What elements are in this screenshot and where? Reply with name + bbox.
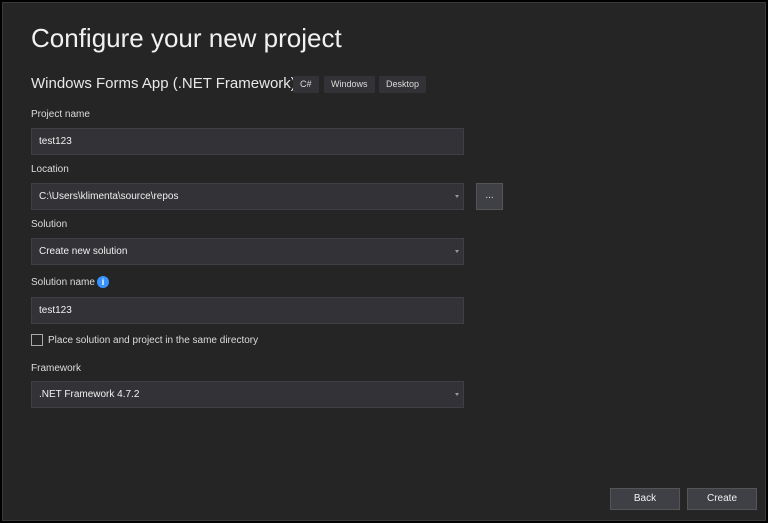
tag-csharp: C# (293, 76, 319, 93)
solution-dropdown[interactable]: Create new solution (31, 238, 464, 265)
project-name-label: Project name (31, 109, 90, 120)
same-directory-label[interactable]: Place solution and project in the same d… (48, 335, 258, 346)
page-title: Configure your new project (31, 23, 342, 53)
solution-value: Create new solution (39, 246, 128, 257)
chevron-down-icon (455, 393, 459, 396)
project-name-input[interactable]: test123 (31, 128, 464, 155)
tag-desktop: Desktop (379, 76, 427, 93)
framework-value: .NET Framework 4.7.2 (39, 389, 140, 400)
framework-label: Framework (31, 363, 82, 374)
location-combobox[interactable]: C:\Users\klimenta\source\repos (31, 183, 464, 210)
solution-name-label: Solution name (31, 277, 95, 288)
location-value: C:\Users\klimenta\source\repos (39, 191, 179, 202)
location-label: Location (31, 164, 69, 175)
chevron-down-icon (455, 195, 459, 198)
solution-name-input[interactable]: test123 (31, 297, 464, 324)
framework-dropdown[interactable]: .NET Framework 4.7.2 (31, 381, 464, 408)
info-icon[interactable]: i (97, 276, 109, 288)
chevron-down-icon (455, 250, 459, 253)
solution-label: Solution (31, 219, 68, 230)
create-button[interactable]: Create (687, 488, 757, 510)
template-name: Windows Forms App (.NET Framework) (31, 75, 296, 92)
browse-button[interactable]: ... (476, 183, 503, 210)
back-button[interactable]: Back (610, 488, 680, 510)
tag-windows: Windows (324, 76, 375, 93)
configure-project-dialog: Configure your new project Windows Forms… (2, 2, 766, 521)
same-directory-checkbox[interactable] (31, 334, 43, 346)
